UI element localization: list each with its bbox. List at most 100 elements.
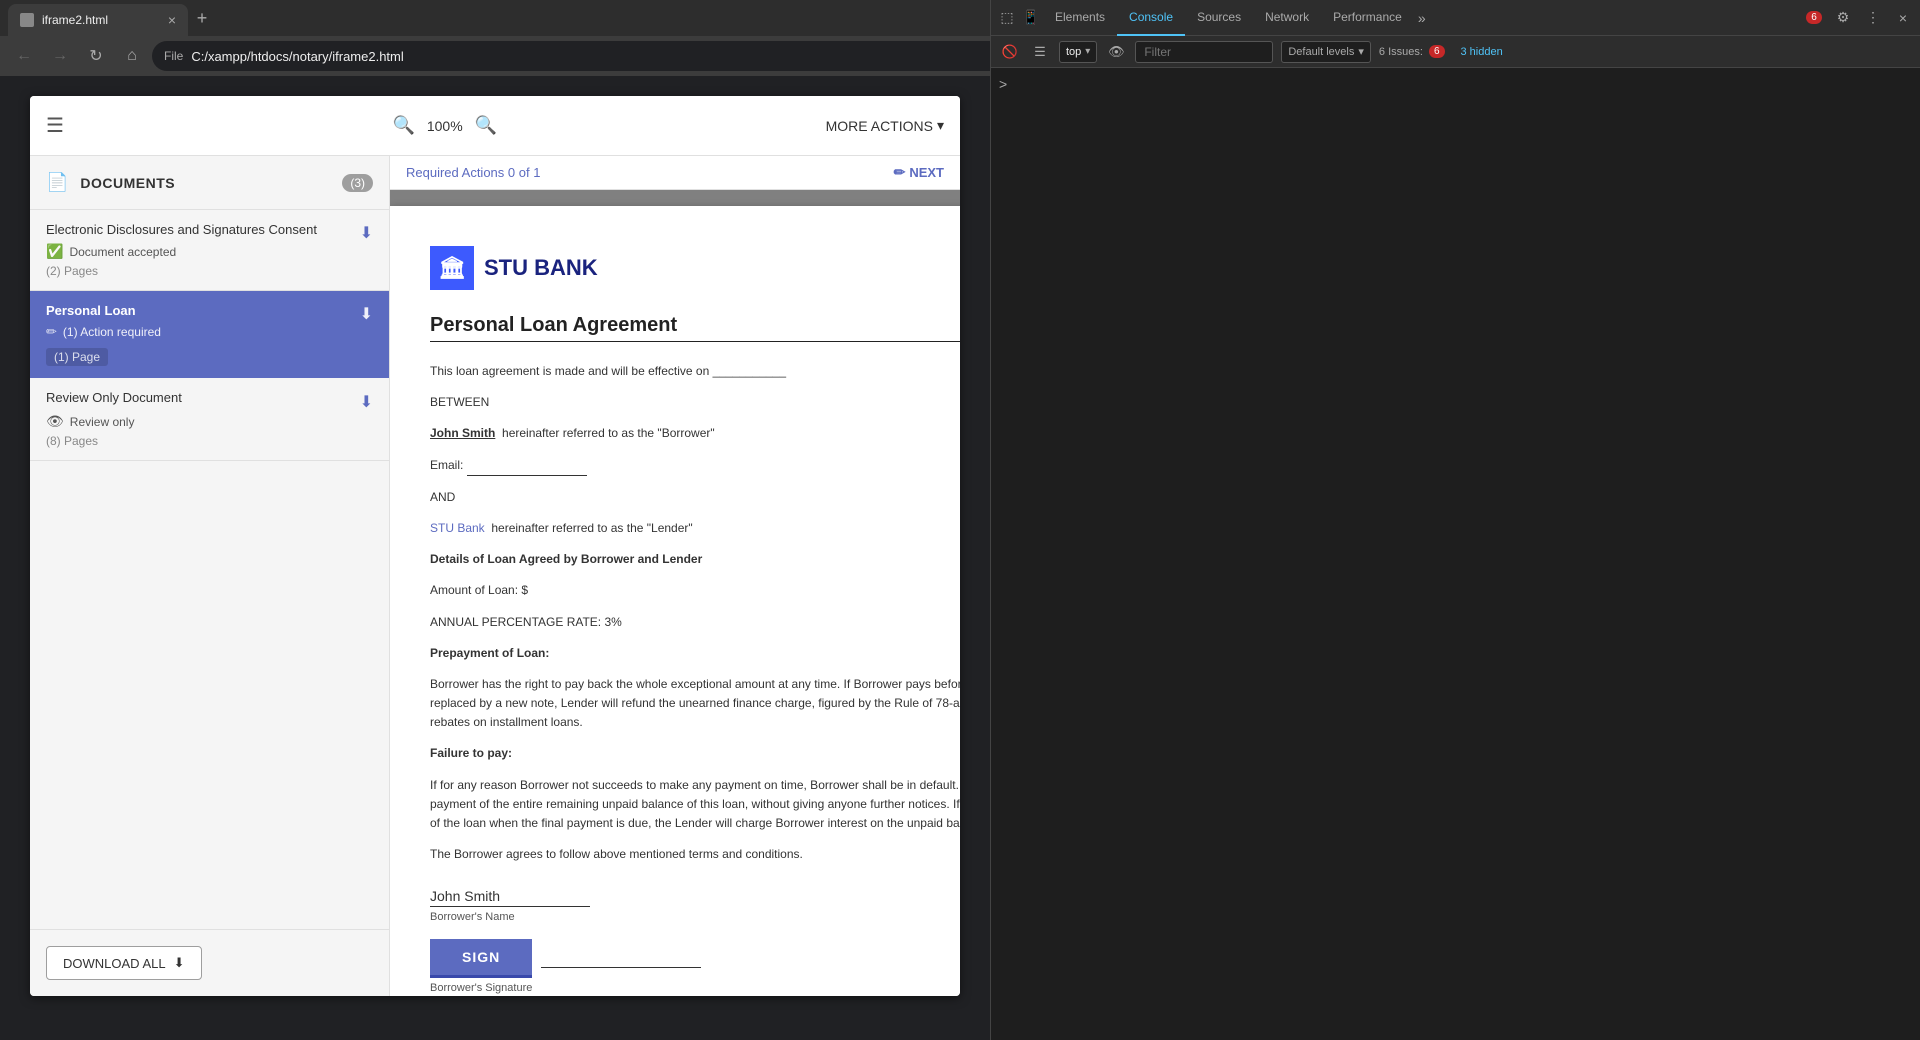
console-filter-input[interactable]	[1144, 45, 1264, 59]
download-all-button[interactable]: DOWNLOAD ALL ⬇	[46, 946, 202, 980]
more-actions-button[interactable]: MORE ACTIONS ▾	[826, 117, 944, 134]
doc3-status-text: Review only	[70, 415, 135, 429]
devtools-tabs: ⬚ 📱 Elements Console Sources Network Per…	[991, 0, 1920, 36]
sign-btn-container: SIGN	[430, 939, 960, 978]
issues-count-badge[interactable]: 6	[1800, 5, 1826, 31]
devtools-more-options-button[interactable]: ⋮	[1860, 5, 1886, 31]
address-url: C:/xampp/htdocs/notary/iframe2.html	[191, 49, 403, 64]
doc1-pages: (2) Pages	[46, 264, 373, 278]
borrower-name-display: John Smith	[430, 888, 590, 907]
next-label: NEXT	[909, 165, 944, 180]
hidden-count-button[interactable]: 3 hidden	[1461, 46, 1503, 58]
issues-button[interactable]: 6 Issues: 6	[1379, 45, 1445, 58]
devtools-settings-button[interactable]: ⚙	[1830, 5, 1856, 31]
doc-between: BETWEEN	[430, 393, 960, 412]
doc3-name: Review Only Document	[46, 390, 182, 405]
hamburger-menu-button[interactable]: ☰	[46, 113, 64, 138]
sidebar-item-personal-loan[interactable]: Personal Loan ⬇ ✏ (1) Action required (1…	[30, 291, 389, 378]
doc-lender-name[interactable]: STU Bank	[430, 521, 485, 535]
next-button[interactable]: ✏ NEXT	[894, 164, 944, 181]
sign-button[interactable]: SIGN	[430, 939, 532, 978]
bank-logo-icon: 🏛	[430, 246, 474, 290]
devtools-device-button[interactable]: 📱	[1019, 6, 1043, 30]
doc2-pages: (1) Page	[46, 348, 108, 366]
issues-count: 6	[1429, 45, 1445, 58]
prepayment-text: Borrower has the right to pay back the w…	[430, 675, 960, 733]
doc2-status-row: ✏ (1) Action required	[46, 324, 373, 340]
tab-sources[interactable]: Sources	[1185, 0, 1253, 36]
tab-close-button[interactable]: ×	[168, 12, 176, 28]
bank-header: 🏛 STU BANK Banking Made Better CALL 1-88…	[430, 246, 960, 290]
tab-network[interactable]: Network	[1253, 0, 1321, 36]
default-levels-label: Default levels	[1288, 46, 1354, 58]
document-nav-bar: Required Actions 0 of 1 ✏ NEXT	[390, 156, 960, 190]
devtools-more-tabs-button[interactable]: »	[1414, 10, 1430, 26]
console-context-selector[interactable]: top ▾	[1059, 41, 1097, 63]
borrower-name-label: Borrower's Name	[430, 911, 960, 923]
sidebar-item-review-only[interactable]: Review Only Document ⬇ 👁 Review only (8)…	[30, 378, 389, 461]
console-filter-input-container[interactable]	[1135, 41, 1273, 63]
devtools-panel: ⬚ 📱 Elements Console Sources Network Per…	[990, 0, 1920, 1040]
failure-text: If for any reason Borrower not succeeds …	[430, 776, 960, 834]
devtools-actions: 6 ⚙ ⋮ ×	[1800, 5, 1916, 31]
doc1-check-icon: ✅	[46, 243, 63, 260]
doc1-status-text: Document accepted	[69, 245, 176, 259]
doc2-name: Personal Loan	[46, 303, 136, 318]
doc3-pages: (8) Pages	[46, 434, 373, 448]
doc3-download-icon[interactable]: ⬇	[360, 392, 373, 412]
doc-and: AND	[430, 488, 960, 507]
doc-intro: This loan agreement is made and will be …	[430, 362, 960, 381]
doc1-status-row: ✅ Document accepted	[46, 243, 373, 260]
doc1-download-icon[interactable]: ⬇	[360, 223, 373, 243]
bank-name: STU BANK	[484, 255, 598, 281]
doc3-status-row: 👁 Review only	[46, 413, 373, 430]
download-all-label: DOWNLOAD ALL	[63, 956, 166, 971]
apr-label: ANNUAL PERCENTAGE RATE: 3%	[430, 613, 960, 632]
default-levels-dropdown[interactable]: Default levels ▾	[1281, 41, 1371, 63]
tab-title: iframe2.html	[42, 13, 160, 27]
browser-tab[interactable]: iframe2.html ×	[8, 4, 188, 36]
download-all-icon: ⬇	[174, 955, 185, 971]
zoom-out-button[interactable]: 🔍	[392, 115, 414, 136]
documents-count: (3)	[342, 174, 373, 192]
header-center: 🔍 100% 🔍	[80, 115, 810, 136]
console-eye-button[interactable]: 👁	[1105, 41, 1127, 63]
app-body: 📄 DOCUMENTS (3) Electronic Disclosures a…	[30, 156, 960, 996]
home-button[interactable]: ⌂	[116, 40, 148, 72]
sidebar-footer: DOWNLOAD ALL ⬇	[30, 929, 389, 996]
doc-lender: STU Bank hereinafter referred to as the …	[430, 519, 960, 538]
zoom-in-button[interactable]: 🔍	[475, 115, 497, 136]
forward-button[interactable]: →	[44, 40, 76, 72]
issues-label: 6 Issues:	[1379, 46, 1423, 58]
doc2-action-text: (1) Action required	[63, 325, 161, 339]
document-viewer: Required Actions 0 of 1 ✏ NEXT 🏛 STU BAN…	[390, 156, 960, 996]
sidebar-header: 📄 DOCUMENTS (3)	[30, 156, 389, 210]
doc3-eye-icon: 👁	[46, 413, 64, 430]
reload-button[interactable]: ↻	[80, 40, 112, 72]
console-filter-icon: ☰	[1029, 41, 1051, 63]
tab-performance[interactable]: Performance	[1321, 0, 1414, 36]
more-actions-label: MORE ACTIONS	[826, 118, 933, 134]
devtools-toolbar: 🚫 ☰ top ▾ 👁 Default levels ▾ 6 Issues: 6…	[991, 36, 1920, 68]
sidebar: 📄 DOCUMENTS (3) Electronic Disclosures a…	[30, 156, 390, 996]
devtools-inspect-button[interactable]: ⬚	[995, 6, 1019, 30]
next-edit-icon: ✏	[894, 164, 906, 181]
doc2-edit-icon: ✏	[46, 324, 57, 340]
doc2-download-icon[interactable]: ⬇	[360, 304, 373, 324]
back-button[interactable]: ←	[8, 40, 40, 72]
signature-line	[541, 949, 701, 968]
agree-text: The Borrower agrees to follow above ment…	[430, 845, 960, 864]
tab-elements[interactable]: Elements	[1043, 0, 1117, 36]
zoom-level-display: 100%	[427, 118, 463, 134]
app-header: ☰ 🔍 100% 🔍 MORE ACTIONS ▾	[30, 96, 960, 156]
new-tab-button[interactable]: +	[188, 4, 216, 32]
devtools-close-button[interactable]: ×	[1890, 5, 1916, 31]
sidebar-item-electronic-disclosures[interactable]: Electronic Disclosures and Signatures Co…	[30, 210, 389, 291]
console-clear-button[interactable]: 🚫	[999, 41, 1021, 63]
document-body: This loan agreement is made and will be …	[430, 362, 960, 864]
doc-borrower-label: hereinafter referred to as the "Borrower…	[502, 426, 715, 440]
tab-console[interactable]: Console	[1117, 0, 1185, 36]
details-title: Details of Loan Agreed by Borrower and L…	[430, 550, 960, 569]
console-context-label: top	[1066, 46, 1081, 58]
required-actions-link[interactable]: Required Actions 0 of 1	[406, 165, 540, 180]
